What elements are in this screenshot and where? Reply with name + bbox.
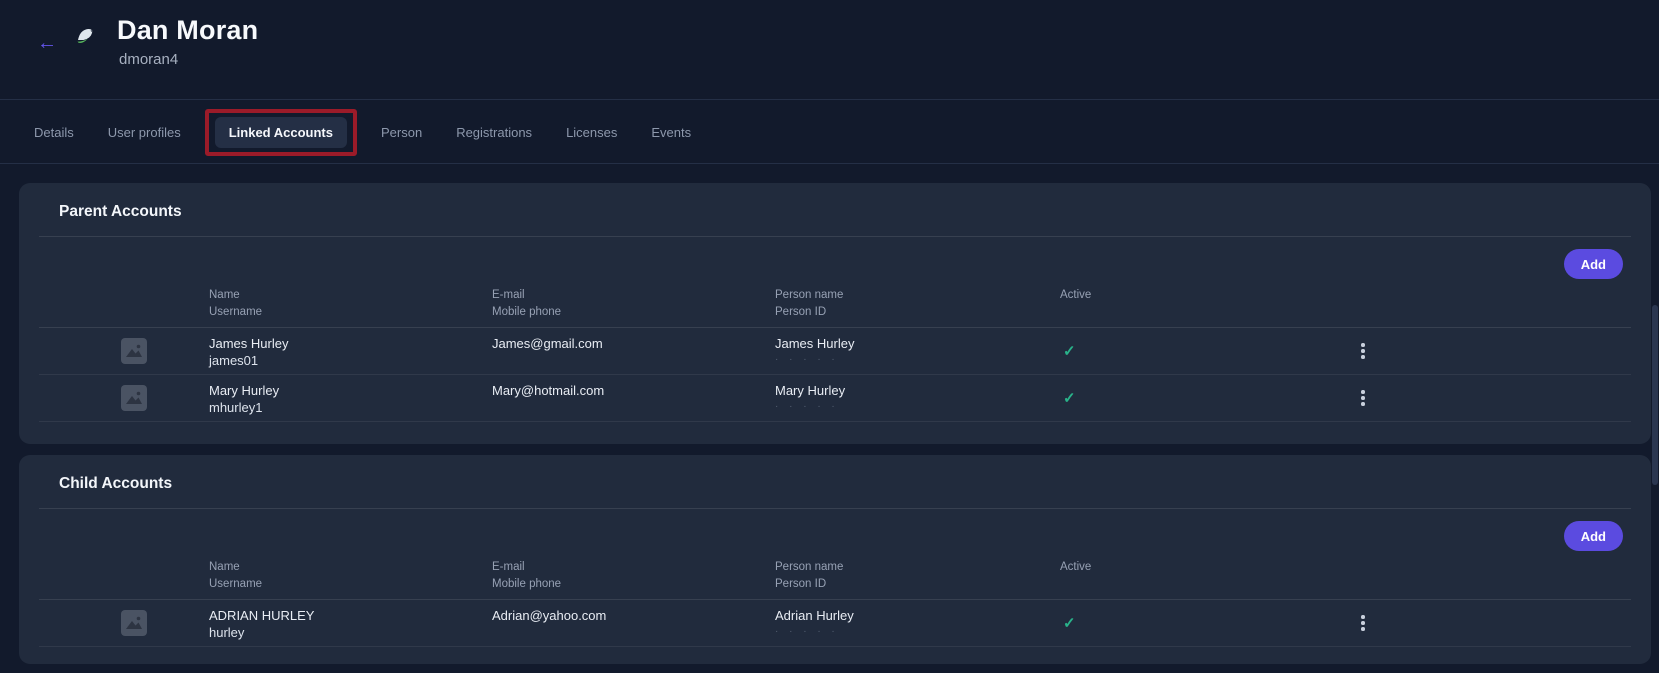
person-id-masked: · · · · ·: [775, 352, 1060, 367]
row-actions-kebab-menu[interactable]: [1354, 613, 1372, 633]
image-placeholder-icon: [121, 610, 147, 636]
image-placeholder-icon: [121, 338, 147, 364]
child-accounts-card: Child Accounts Add Name Username E-mail …: [19, 455, 1651, 664]
col-header-person: Person name Person ID: [775, 559, 1060, 599]
col-header-active: Active: [1060, 287, 1354, 327]
cell-name: James Hurley: [209, 335, 492, 352]
tab-user-profiles[interactable]: User profiles: [108, 125, 181, 140]
col-header-email: E-mail Mobile phone: [492, 287, 775, 327]
cell-email: James@gmail.com: [492, 328, 775, 352]
cell-email: Mary@hotmail.com: [492, 375, 775, 399]
image-placeholder-icon: [121, 385, 147, 411]
table-row: Mary Hurley mhurley1 Mary@hotmail.com Ma…: [39, 375, 1631, 422]
table-header-row: Name Username E-mail Mobile phone Person…: [39, 287, 1631, 328]
cell-email: Adrian@yahoo.com: [492, 600, 775, 624]
tab-licenses[interactable]: Licenses: [566, 125, 617, 140]
col-header-active: Active: [1060, 559, 1354, 599]
tab-events[interactable]: Events: [651, 125, 691, 140]
cell-username: hurley: [209, 624, 492, 641]
cell-person: Adrian Hurley · · · · ·: [775, 600, 1060, 639]
table-row: James Hurley james01 James@gmail.com Jam…: [39, 328, 1631, 375]
add-parent-account-button[interactable]: Add: [1564, 249, 1623, 279]
row-actions-kebab-menu[interactable]: [1354, 341, 1372, 361]
col-header-name: Name Username: [209, 559, 492, 599]
vertical-scrollbar-thumb[interactable]: [1652, 305, 1658, 485]
active-check-icon: ✓: [1060, 614, 1354, 632]
child-accounts-table: Name Username E-mail Mobile phone Person…: [19, 559, 1651, 647]
cell-person-name: Adrian Hurley: [775, 607, 1060, 624]
tab-details[interactable]: Details: [34, 125, 74, 140]
page-title: Dan Moran: [117, 15, 258, 46]
row-actions-kebab-menu[interactable]: [1354, 388, 1372, 408]
parent-accounts-table: Name Username E-mail Mobile phone Person…: [19, 287, 1651, 422]
cell-name: Mary Hurley: [209, 382, 492, 399]
person-id-masked: · · · · ·: [775, 624, 1060, 639]
cell-person: James Hurley · · · · ·: [775, 328, 1060, 367]
user-avatar: [74, 26, 96, 46]
add-child-account-button[interactable]: Add: [1564, 521, 1623, 551]
table-row: ADRIAN HURLEY hurley Adrian@yahoo.com Ad…: [39, 600, 1631, 647]
col-header-name: Name Username: [209, 287, 492, 327]
parent-accounts-card: Parent Accounts Add Name Username E-mail…: [19, 183, 1651, 444]
tab-linked-accounts[interactable]: Linked Accounts: [215, 117, 347, 148]
cell-name-username: ADRIAN HURLEY hurley: [209, 600, 492, 641]
back-arrow-icon[interactable]: ←: [34, 30, 60, 56]
cell-person-name: James Hurley: [775, 335, 1060, 352]
section-title: Child Accounts: [59, 475, 172, 493]
section-divider: [39, 508, 1631, 509]
cell-name-username: James Hurley james01: [209, 328, 492, 369]
cell-username: james01: [209, 352, 492, 369]
tab-registrations[interactable]: Registrations: [456, 125, 532, 140]
active-check-icon: ✓: [1060, 389, 1354, 407]
section-divider: [39, 236, 1631, 237]
header-divider: [0, 99, 1659, 100]
col-header-person: Person name Person ID: [775, 287, 1060, 327]
tab-person[interactable]: Person: [381, 125, 422, 140]
person-id-masked: · · · · ·: [775, 399, 1060, 414]
page-subtitle-username: dmoran4: [119, 51, 178, 68]
col-header-email: E-mail Mobile phone: [492, 559, 775, 599]
active-check-icon: ✓: [1060, 342, 1354, 360]
cell-name: ADRIAN HURLEY: [209, 607, 492, 624]
section-title: Parent Accounts: [59, 203, 182, 221]
cell-name-username: Mary Hurley mhurley1: [209, 375, 492, 416]
cell-person: Mary Hurley · · · · ·: [775, 375, 1060, 414]
cell-person-name: Mary Hurley: [775, 382, 1060, 399]
tabbar-divider: [0, 163, 1659, 164]
tab-linked-accounts-wrap: Linked Accounts: [215, 117, 347, 148]
table-header-row: Name Username E-mail Mobile phone Person…: [39, 559, 1631, 600]
tab-bar: Details User profiles Linked Accounts Pe…: [34, 111, 691, 153]
cell-username: mhurley1: [209, 399, 492, 416]
